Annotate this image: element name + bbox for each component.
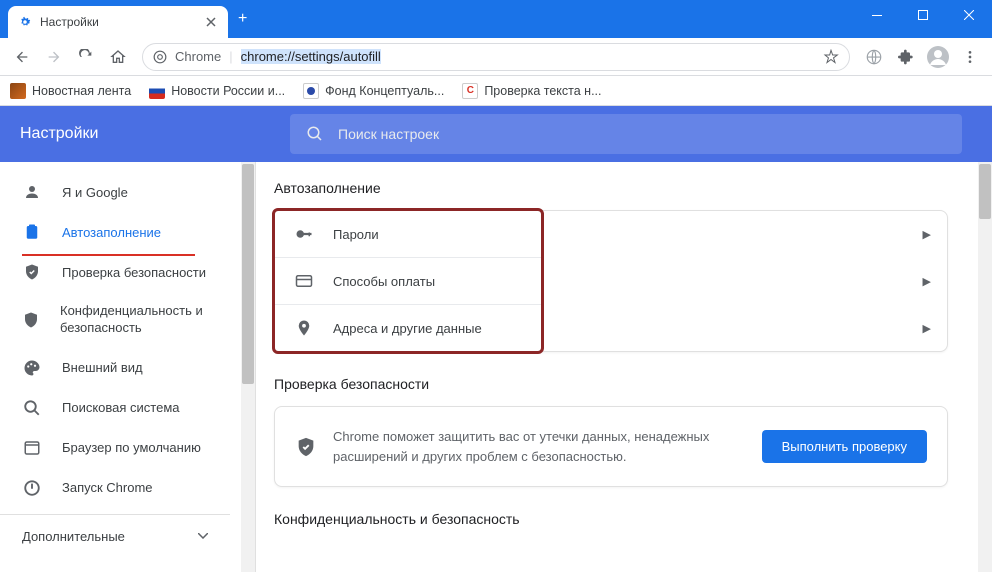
sidebar-item-safety[interactable]: Проверка безопасности bbox=[0, 252, 255, 292]
search-settings-input[interactable]: Поиск настроек bbox=[290, 114, 962, 154]
shield-check-icon bbox=[295, 436, 317, 458]
section-title-safety: Проверка безопасности bbox=[274, 376, 968, 392]
shield-icon bbox=[22, 311, 40, 329]
autofill-passwords[interactable]: Пароли ▶ bbox=[275, 211, 541, 258]
new-tab-button[interactable]: + bbox=[228, 4, 257, 34]
clipboard-icon bbox=[22, 223, 42, 241]
extensions-icon[interactable] bbox=[892, 43, 920, 71]
pin-icon bbox=[295, 319, 313, 337]
close-window-button[interactable] bbox=[946, 0, 992, 30]
sidebar-item-startup[interactable]: Запуск Chrome bbox=[0, 468, 255, 508]
palette-icon bbox=[22, 359, 42, 377]
section-title-privacy: Конфиденциальность и безопасность bbox=[274, 511, 968, 527]
sidebar-advanced[interactable]: Дополнительные bbox=[0, 514, 230, 558]
tab-title: Настройки bbox=[40, 15, 99, 29]
safety-card: Chrome поможет защитить вас от утечки да… bbox=[274, 406, 948, 487]
omnibox-prefix: Chrome bbox=[175, 49, 221, 64]
window-titlebar: Настройки + bbox=[0, 0, 992, 38]
autofill-payment[interactable]: Способы оплаты ▶ bbox=[275, 258, 541, 305]
key-icon bbox=[295, 225, 313, 243]
chevron-right-icon: ▶ bbox=[923, 322, 931, 335]
bookmark-item[interactable]: Новостная лента bbox=[10, 83, 131, 99]
run-safety-check-button[interactable]: Выполнить проверку bbox=[762, 430, 927, 463]
autofill-addresses[interactable]: Адреса и другие данные ▶ bbox=[275, 305, 541, 351]
shield-check-icon bbox=[22, 263, 42, 281]
sidebar-item-search[interactable]: Поисковая система bbox=[0, 388, 255, 428]
reload-button[interactable] bbox=[72, 43, 100, 71]
close-tab-icon[interactable] bbox=[204, 15, 218, 29]
bookmark-item[interactable]: Фонд Концептуаль... bbox=[303, 83, 444, 99]
bookmark-item[interactable]: CПроверка текста н... bbox=[462, 83, 601, 99]
menu-icon[interactable] bbox=[956, 43, 984, 71]
person-icon bbox=[22, 183, 42, 201]
sidebar-item-default-browser[interactable]: Браузер по умолчанию bbox=[0, 428, 255, 468]
omnibox-url: chrome://settings/autofill bbox=[241, 49, 815, 64]
settings-title: Настройки bbox=[20, 125, 260, 143]
home-button[interactable] bbox=[104, 43, 132, 71]
settings-content: Я и Google Автозаполнение Проверка безоп… bbox=[0, 162, 992, 572]
browser-tab[interactable]: Настройки bbox=[8, 6, 228, 38]
gear-icon bbox=[18, 15, 32, 29]
power-icon bbox=[22, 479, 42, 497]
address-bar[interactable]: Chrome | chrome://settings/autofill bbox=[142, 43, 850, 71]
chevron-right-icon: ▶ bbox=[923, 228, 931, 241]
search-icon bbox=[306, 125, 324, 143]
safety-description: Chrome поможет защитить вас от утечки да… bbox=[333, 427, 746, 466]
sidebar-scrollbar[interactable] bbox=[241, 162, 255, 572]
browser-icon bbox=[22, 439, 42, 457]
forward-button[interactable] bbox=[40, 43, 68, 71]
back-button[interactable] bbox=[8, 43, 36, 71]
search-icon bbox=[22, 399, 42, 417]
main-scrollbar[interactable] bbox=[978, 162, 992, 572]
chevron-down-icon bbox=[198, 533, 208, 539]
browser-toolbar: Chrome | chrome://settings/autofill bbox=[0, 38, 992, 76]
card-icon bbox=[295, 272, 313, 290]
minimize-button[interactable] bbox=[854, 0, 900, 30]
settings-main: Автозаполнение Пароли ▶ Способы оплаты ▶… bbox=[256, 162, 992, 572]
autofill-card: Пароли ▶ Способы оплаты ▶ Адреса и други… bbox=[274, 210, 542, 352]
settings-header: Настройки Поиск настроек bbox=[0, 106, 992, 162]
window-controls bbox=[854, 0, 992, 30]
sidebar-item-appearance[interactable]: Внешний вид bbox=[0, 348, 255, 388]
sidebar-item-privacy[interactable]: Конфиденциальность и безопасность bbox=[0, 292, 255, 348]
bookmark-item[interactable]: Новости России и... bbox=[149, 83, 285, 99]
bookmarks-bar: Новостная лента Новости России и... Фонд… bbox=[0, 76, 992, 106]
translate-icon[interactable] bbox=[860, 43, 888, 71]
chevron-right-icon: ▶ bbox=[923, 275, 931, 288]
sidebar-item-you-and-google[interactable]: Я и Google bbox=[0, 172, 255, 212]
bookmark-star-icon[interactable] bbox=[823, 49, 839, 65]
section-title-autofill: Автозаполнение bbox=[274, 180, 968, 196]
maximize-button[interactable] bbox=[900, 0, 946, 30]
sidebar-item-autofill[interactable]: Автозаполнение bbox=[0, 212, 255, 252]
settings-sidebar: Я и Google Автозаполнение Проверка безоп… bbox=[0, 162, 256, 572]
chrome-icon bbox=[153, 50, 167, 64]
profile-icon[interactable] bbox=[924, 43, 952, 71]
